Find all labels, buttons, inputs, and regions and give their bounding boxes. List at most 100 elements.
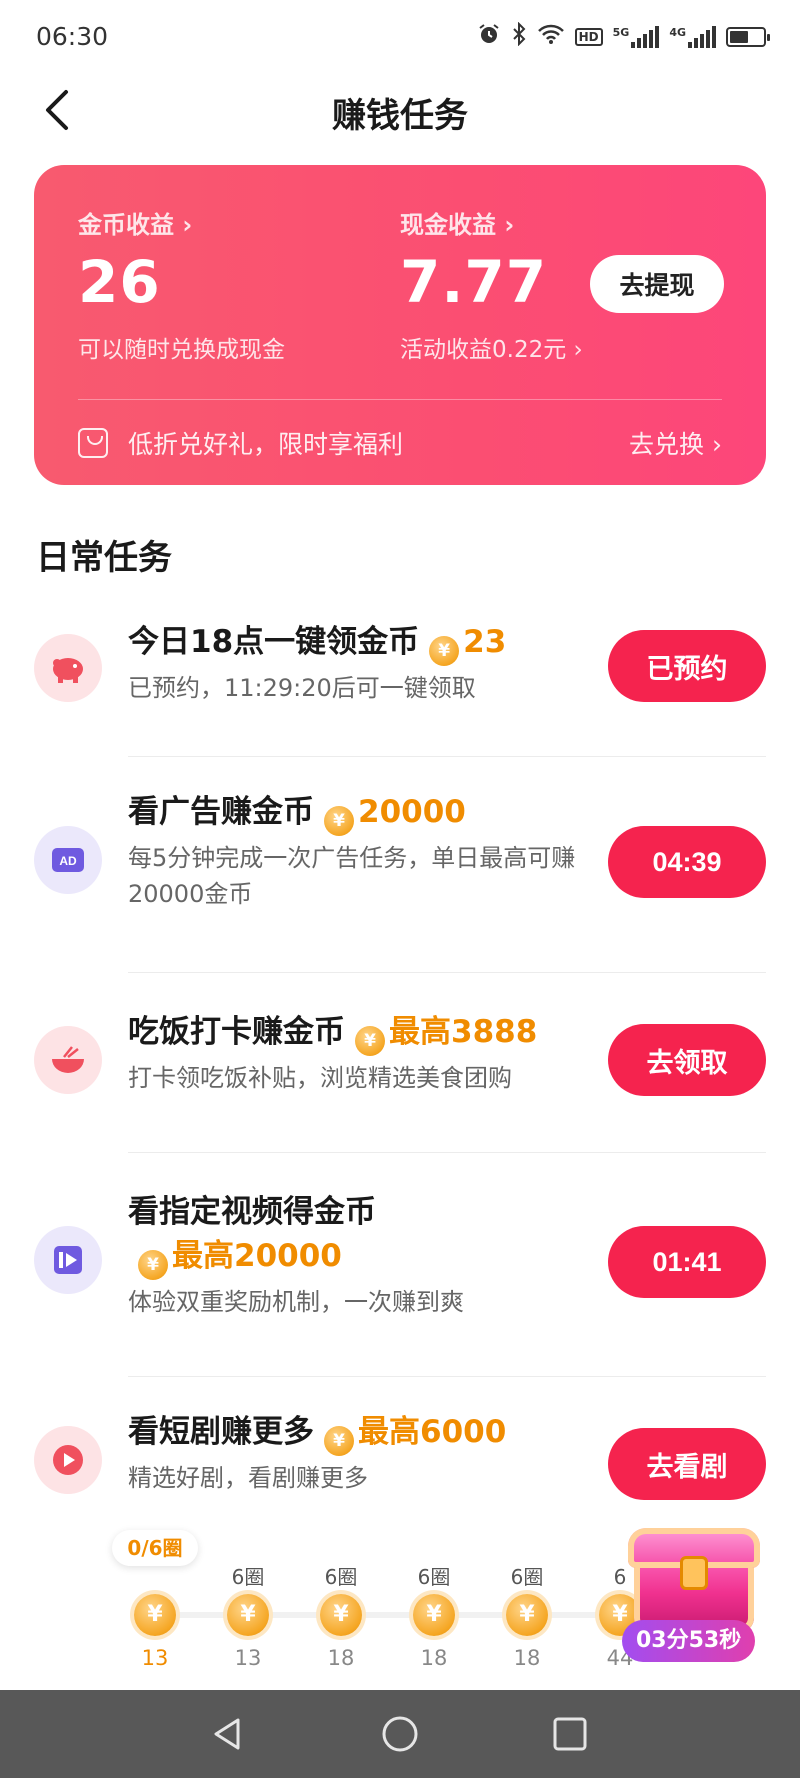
task-title: 今日18点一键领金币 ¥23 [128,620,598,666]
coin-icon: ¥ [134,1594,176,1636]
progress-node[interactable]: 6圈 ¥ 18 [492,1530,562,1670]
coin-icon: ¥ [413,1594,455,1636]
piggy-bank-icon [34,634,102,702]
cash-earnings-value: 7.77 [400,248,548,316]
task-desc: 每5分钟完成一次广告任务，单日最高可赚20000金币 [128,844,576,908]
task-divider [128,756,766,757]
cash-earnings: 现金收益 › 7.77 活动收益0.22元 › [400,205,583,364]
system-nav-bar [0,1690,800,1778]
progress-node-value: 18 [420,1646,448,1670]
task-content: 今日18点一键领金币 ¥23 已预约，11:29:20后可一键领取 [128,620,598,706]
progress-node[interactable]: 6圈 ¥ 18 [306,1530,376,1670]
status-bar: 06:30 HD 5G 4G [0,0,800,78]
promo-text: 低折兑好礼，限时享福利 [128,430,404,459]
card-divider [78,399,722,400]
coin-icon: ¥ [227,1594,269,1636]
progress-node[interactable]: 6圈 ¥ 13 [213,1530,283,1670]
nav-home-icon[interactable] [380,1714,420,1754]
task-item: 今日18点一键领金币 ¥23 已预约，11:29:20后可一键领取 已预约 [0,620,800,750]
progress-node-label: 6圈 [231,1565,265,1589]
coin-earnings-label[interactable]: 金币收益 › [78,205,285,240]
coin-icon: ¥ [429,636,460,666]
task-divider [128,1376,766,1377]
task-reward: 最高3888 [389,1014,538,1050]
ad-icon: AD [34,826,102,894]
progress-node-value: 13 [234,1646,262,1670]
task-reward: 20000 [358,794,466,830]
coin-icon: ¥ [506,1594,548,1636]
status-icons: HD 5G 4G [477,21,770,51]
progress-node[interactable]: 6圈 ¥ 18 [399,1530,469,1670]
progress-node-label: 0/6圈 [112,1530,198,1566]
coin-icon: ¥ [355,1026,385,1056]
task-item: 吃饭打卡赚金币 ¥ 最高3888 打卡领吃饭补贴，浏览精选美食团购 去领取 [0,1010,800,1140]
task-title: 吃饭打卡赚金币 ¥ 最高3888 [128,1010,598,1056]
bowl-icon [34,1026,102,1094]
coin-icon: ¥ [324,1426,354,1456]
task-reward: 最高20000 [172,1238,342,1274]
cash-earnings-label[interactable]: 现金收益 › [400,205,583,240]
page-title: 赚钱任务 [332,96,468,136]
progress-node-label: 6圈 [324,1565,358,1589]
alarm-icon [477,22,501,51]
shopping-bag-icon [78,428,108,458]
lock-icon [680,1556,708,1590]
coin-earnings-sub: 可以随时兑换成现金 [78,337,285,363]
chest-countdown: 03分53秒 [622,1620,756,1662]
task-item: 看短剧赚更多 ¥ 最高6000 精选好剧，看剧赚更多 去看剧 [0,1410,800,1520]
progress-node-value: 13 [141,1646,169,1670]
progress-node-value: 18 [513,1646,541,1670]
progress-node-label: 6圈 [510,1565,544,1589]
task-desc: 已预约，11:29:20后可一键领取 [128,674,476,702]
task-content: 看广告赚金币 ¥20000 每5分钟完成一次广告任务，单日最高可赚20000金币 [128,790,598,912]
task-item: 看指定视频得金币 ¥ 最高20000 体验双重奖励机制，一次赚到爽 01:41 [0,1190,800,1360]
status-time: 06:30 [36,22,109,51]
wifi-icon [537,23,565,50]
task-button-reserved[interactable]: 已预约 [608,630,766,702]
coin-earnings-value: 26 [78,248,161,316]
promo-row[interactable]: 低折兑好礼，限时享福利 去兑换 › [78,421,722,465]
drama-play-icon [34,1426,102,1494]
progress-node-value: 18 [327,1646,355,1670]
coin-icon: ¥ [320,1594,362,1636]
bluetooth-icon [511,21,527,51]
task-button-claim[interactable]: 去领取 [608,1024,766,1096]
task-button-video-timer[interactable]: 01:41 [608,1226,766,1298]
coin-icon: ¥ [324,806,354,836]
task-button-ad-timer[interactable]: 04:39 [608,826,766,898]
progress-node[interactable]: 0/6圈 ¥ 13 [112,1530,198,1670]
signal-4g-icon: 4G [669,25,716,48]
exchange-link[interactable]: 去兑换 › [629,425,722,461]
section-title-daily-tasks: 日常任务 [36,538,172,578]
signal-5g-icon: 5G [613,25,660,48]
task-title: 看指定视频得金币 ¥ 最高20000 [128,1190,598,1280]
task-content: 吃饭打卡赚金币 ¥ 最高3888 打卡领吃饭补贴，浏览精选美食团购 [128,1010,598,1096]
coin-icon: ¥ [138,1250,168,1280]
activity-earnings-link[interactable]: 活动收益0.22元 › [400,330,583,364]
battery-icon [726,26,770,47]
task-content: 看指定视频得金币 ¥ 最高20000 体验双重奖励机制，一次赚到爽 [128,1190,598,1320]
task-divider [128,1152,766,1153]
task-reward: 23 [463,624,507,660]
task-divider [128,972,766,973]
svg-text:AD: AD [59,854,77,868]
treasure-chest-widget[interactable]: 03分53秒 [612,1520,772,1670]
header: 赚钱任务 [0,78,800,178]
task-content: 看短剧赚更多 ¥ 最高6000 精选好剧，看剧赚更多 [128,1410,598,1496]
withdraw-button[interactable]: 去提现 [590,255,724,313]
task-item: AD 看广告赚金币 ¥20000 每5分钟完成一次广告任务，单日最高可赚20000… [0,790,800,960]
task-title: 看短剧赚更多 ¥ 最高6000 [128,1410,598,1456]
task-reward: 最高6000 [358,1414,507,1450]
task-desc: 精选好剧，看剧赚更多 [128,1464,368,1492]
nav-recents-icon[interactable] [550,1714,590,1754]
task-title: 看广告赚金币 ¥20000 [128,790,598,836]
progress-node-label: 6圈 [417,1565,451,1589]
task-button-watch-drama[interactable]: 去看剧 [608,1428,766,1500]
video-icon [34,1226,102,1294]
earnings-card: 金币收益 › 26 可以随时兑换成现金 现金收益 › 7.77 活动收益0.22… [34,165,766,485]
coin-earnings: 金币收益 › 26 可以随时兑换成现金 [78,205,285,364]
nav-back-icon[interactable] [208,1714,248,1754]
hd-badge: HD [574,27,603,46]
task-desc: 打卡领吃饭补贴，浏览精选美食团购 [128,1064,512,1092]
task-desc: 体验双重奖励机制，一次赚到爽 [128,1288,464,1316]
